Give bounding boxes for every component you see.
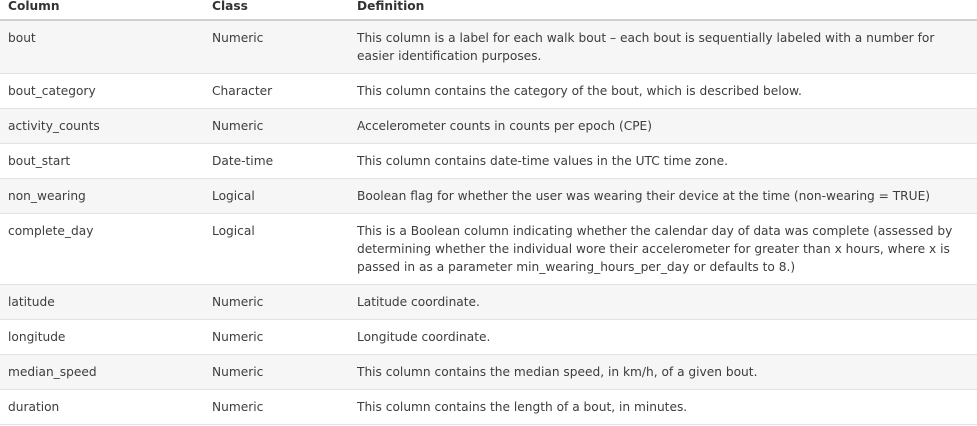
cell-column: bout (0, 20, 204, 74)
cell-column: activity_counts (0, 108, 204, 144)
cell-class: Numeric (204, 284, 349, 320)
cell-class: Logical (204, 213, 349, 285)
cell-definition: Accelerometer counts in counts per epoch… (349, 108, 977, 144)
table-row: latitude Numeric Latitude coordinate. (0, 284, 977, 320)
table-row: duration Numeric This column contains th… (0, 389, 977, 425)
cell-definition: This column contains the length of a bou… (349, 389, 977, 425)
cell-column: longitude (0, 319, 204, 355)
cell-definition: Latitude coordinate. (349, 284, 977, 320)
cell-column: bout_start (0, 143, 204, 179)
table-row: complete_day Logical This is a Boolean c… (0, 213, 977, 285)
cell-class: Numeric (204, 389, 349, 425)
table-row: activity_counts Numeric Accelerometer co… (0, 108, 977, 144)
cell-definition: This column contains date-time values in… (349, 143, 977, 179)
table-row: median_speed Numeric This column contain… (0, 354, 977, 390)
table-row: bout Numeric This column is a label for … (0, 20, 977, 74)
table-row: longitude Numeric Longitude coordinate. (0, 319, 977, 355)
cell-column: duration (0, 389, 204, 425)
cell-class: Logical (204, 178, 349, 214)
cell-class: Numeric (204, 20, 349, 74)
cell-column: complete_day (0, 213, 204, 285)
header-definition: Definition (349, 0, 977, 21)
table-row: bout_start Date-time This column contain… (0, 143, 977, 179)
cell-definition: Boolean flag for whether the user was we… (349, 178, 977, 214)
cell-column: bout_category (0, 73, 204, 109)
table-row: bout_category Character This column cont… (0, 73, 977, 109)
column-definitions-table: Column Class Definition bout Numeric Thi… (0, 0, 977, 425)
cell-column: median_speed (0, 354, 204, 390)
cell-definition: This column contains the median speed, i… (349, 354, 977, 390)
cell-class: Numeric (204, 108, 349, 144)
cell-column: non_wearing (0, 178, 204, 214)
header-class: Class (204, 0, 349, 21)
cell-column: latitude (0, 284, 204, 320)
cell-definition: This is a Boolean column indicating whet… (349, 213, 977, 285)
cell-definition: Longitude coordinate. (349, 319, 977, 355)
cell-class: Character (204, 73, 349, 109)
table-body: bout Numeric This column is a label for … (0, 20, 977, 425)
cell-definition: This column is a label for each walk bou… (349, 20, 977, 74)
cell-class: Numeric (204, 319, 349, 355)
cell-class: Date-time (204, 143, 349, 179)
cell-class: Numeric (204, 354, 349, 390)
table-header-row: Column Class Definition (0, 0, 977, 21)
table-row: non_wearing Logical Boolean flag for whe… (0, 178, 977, 214)
header-column: Column (0, 0, 204, 21)
cell-definition: This column contains the category of the… (349, 73, 977, 109)
table-header: Column Class Definition (0, 0, 977, 21)
